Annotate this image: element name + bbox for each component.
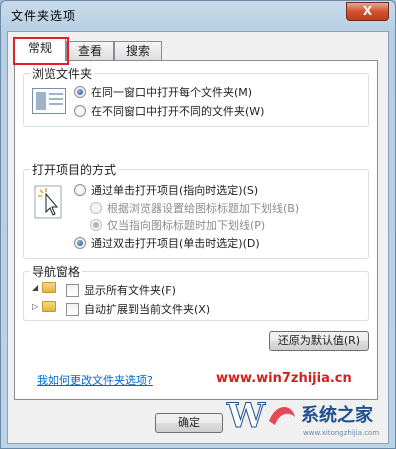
auto-expand-option[interactable]: 自动扩展到当前文件夹(X) bbox=[66, 301, 210, 317]
checkbox-show-all-folders[interactable] bbox=[66, 283, 79, 297]
radio-new-window[interactable] bbox=[74, 105, 86, 117]
tab-search[interactable]: 搜索 bbox=[114, 41, 162, 60]
click-items-group: 打开项目的方式 通过单击打开项目(指向时选定)(S) 根据浏览器设置给图标标题加… bbox=[23, 161, 369, 259]
watermark-logo-icon: W bbox=[226, 396, 295, 435]
browse-new-window-option[interactable]: 在不同窗口中打开不同的文件夹(W) bbox=[74, 103, 264, 119]
double-click-label: 通过双击打开项目(单击时选定)(D) bbox=[91, 237, 260, 250]
tab-search-label: 搜索 bbox=[125, 44, 150, 58]
folder-icon bbox=[42, 282, 56, 293]
radio-double-click[interactable] bbox=[74, 237, 86, 249]
title-bar[interactable]: 文件夹选项 X bbox=[1, 1, 395, 31]
browse-new-window-label: 在不同窗口中打开不同的文件夹(W) bbox=[91, 105, 265, 118]
single-click-option[interactable]: 通过单击打开项目(指向时选定)(S) bbox=[74, 182, 258, 198]
radio-same-window[interactable] bbox=[74, 86, 86, 98]
click-items-title: 打开项目的方式 bbox=[30, 161, 119, 178]
navigation-pane-group: 导航窗格 ◢ ▷ 显示所有文件夹(F) 自动扩展到当前文件夹(X) bbox=[23, 263, 369, 321]
watermark-sub-url: www.xitongzhijia.com bbox=[303, 429, 380, 437]
tab-general[interactable]: 常规 bbox=[13, 37, 69, 65]
single-click-label: 通过单击打开项目(指向时选定)(S) bbox=[91, 184, 259, 197]
tab-view-label: 查看 bbox=[77, 44, 102, 58]
folder-options-window: 文件夹选项 X 常规 查看 搜索 浏览文件夹 在同一窗口中打开每个文件夹(M) … bbox=[0, 0, 396, 449]
auto-expand-label: 自动扩展到当前文件夹(X) bbox=[84, 303, 211, 316]
ok-button[interactable]: 确定 bbox=[155, 413, 223, 433]
nav-tree-expanded: ◢ bbox=[32, 282, 61, 293]
folder-icon bbox=[42, 301, 56, 312]
nav-tree-collapsed: ▷ bbox=[32, 301, 61, 312]
browse-folders-title: 浏览文件夹 bbox=[30, 65, 95, 82]
tab-general-label: 常规 bbox=[27, 41, 52, 55]
browse-folders-group: 浏览文件夹 在同一窗口中打开每个文件夹(M) 在不同窗口中打开不同的文件夹(W) bbox=[23, 65, 369, 127]
show-all-folders-option[interactable]: 显示所有文件夹(F) bbox=[66, 282, 176, 298]
svg-text:W: W bbox=[226, 396, 266, 435]
underline-point-label: 仅当指向图标标题时加下划线(P) bbox=[107, 219, 266, 232]
window-title: 文件夹选项 bbox=[11, 9, 77, 23]
navigation-pane-title: 导航窗格 bbox=[30, 263, 83, 280]
watermark-brand: 系统之家 bbox=[301, 405, 373, 426]
help-link[interactable]: 我如何更改文件夹选项? bbox=[37, 372, 153, 388]
underline-browser-option[interactable]: 根据浏览器设置给图标标题加下划线(B) bbox=[90, 200, 299, 216]
tab-view[interactable]: 查看 bbox=[66, 41, 114, 60]
tree-collapse-icon: ◢ bbox=[32, 283, 39, 292]
close-icon: X bbox=[362, 4, 373, 18]
pointer-click-icon bbox=[34, 185, 62, 219]
restore-defaults-button[interactable]: 还原为默认值(R) bbox=[269, 331, 369, 351]
radio-underline-browser[interactable] bbox=[90, 202, 102, 214]
tree-expand-icon: ▷ bbox=[32, 302, 39, 311]
browse-same-window-label: 在同一窗口中打开每个文件夹(M) bbox=[91, 86, 253, 99]
radio-single-click[interactable] bbox=[74, 184, 86, 196]
general-tab-panel: 浏览文件夹 在同一窗口中打开每个文件夹(M) 在不同窗口中打开不同的文件夹(W) bbox=[14, 60, 378, 400]
browse-window-icon bbox=[32, 88, 66, 114]
double-click-option[interactable]: 通过双击打开项目(单击时选定)(D) bbox=[74, 235, 260, 251]
show-all-folders-label: 显示所有文件夹(F) bbox=[84, 284, 176, 297]
close-button[interactable]: X bbox=[346, 2, 389, 21]
watermark-url: www.win7zhijia.cn bbox=[216, 371, 352, 386]
browse-same-window-option[interactable]: 在同一窗口中打开每个文件夹(M) bbox=[74, 84, 252, 100]
checkbox-auto-expand[interactable] bbox=[66, 302, 79, 316]
radio-underline-point[interactable] bbox=[90, 219, 102, 231]
underline-point-option[interactable]: 仅当指向图标标题时加下划线(P) bbox=[90, 217, 265, 233]
underline-browser-label: 根据浏览器设置给图标标题加下划线(B) bbox=[107, 202, 300, 215]
